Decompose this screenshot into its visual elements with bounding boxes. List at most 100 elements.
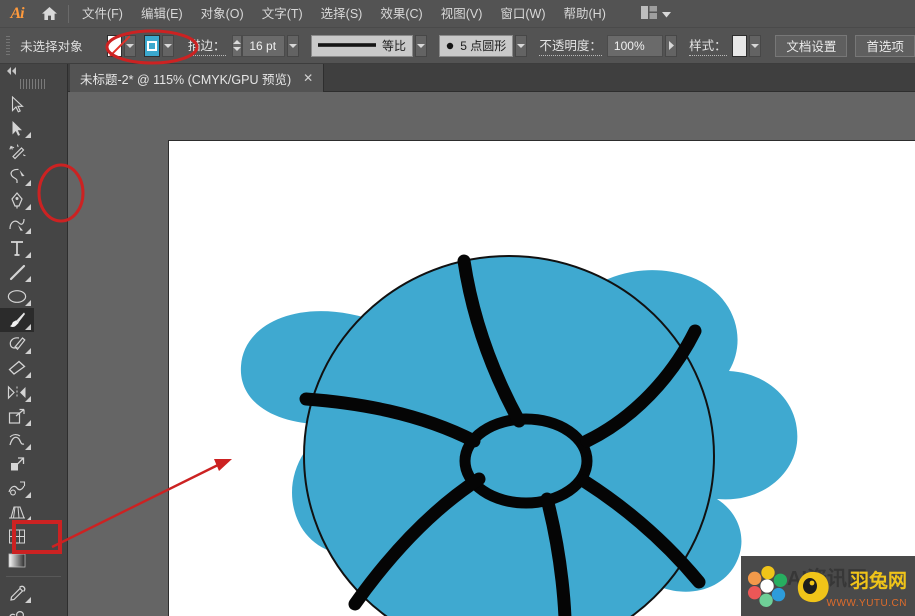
menu-item-edit[interactable]: 编辑(E) — [132, 1, 192, 27]
tool-flyout-indicator — [25, 252, 31, 258]
tool-flyout-indicator — [25, 204, 31, 210]
stroke-profile-dropdown[interactable]: 等比 — [311, 34, 414, 57]
width-tool[interactable] — [0, 428, 34, 452]
tool-flyout-indicator — [25, 300, 31, 306]
beach-ball-illustration[interactable] — [169, 141, 915, 616]
document-tab[interactable]: 未标题-2* @ 115% (CMYK/GPU 预览) ✕ — [70, 64, 325, 92]
menu-divider — [68, 4, 69, 23]
stroke-profile-preview-icon — [318, 39, 377, 53]
scale-tool[interactable] — [0, 404, 34, 428]
shaper-tool[interactable] — [0, 332, 34, 356]
chevron-down-icon — [163, 43, 172, 48]
document-tab-bar: 未标题-2* @ 115% (CMYK/GPU 预览) ✕ — [0, 64, 915, 92]
watermark-brand: 羽兔网 — [849, 570, 907, 592]
stroke-weight-stepper[interactable] — [231, 34, 243, 57]
mesh-tool[interactable] — [0, 524, 34, 548]
selection-status-label: 未选择对象 — [20, 40, 83, 54]
stroke-swatch-dropdown[interactable] — [161, 34, 175, 57]
rotate-tool[interactable] — [0, 380, 34, 404]
workspace-layout-icon — [640, 5, 657, 22]
menu-item-select[interactable]: 选择(S) — [312, 1, 372, 27]
opacity-flyout-button[interactable] — [664, 34, 678, 57]
menu-item-file[interactable]: 文件(F) — [73, 1, 132, 27]
eraser-tool[interactable] — [0, 356, 34, 380]
tool-flyout-indicator — [25, 444, 31, 450]
stroke-swatch[interactable] — [144, 34, 160, 57]
type-tool[interactable] — [0, 236, 34, 260]
stroke-weight-input[interactable]: 16 pt — [242, 34, 285, 57]
brush-definition-dropdown[interactable]: 5 点圆形 — [439, 34, 514, 57]
menu-item-help[interactable]: 帮助(H) — [555, 1, 615, 27]
chevron-down-icon — [751, 43, 760, 48]
pen-tool[interactable] — [0, 188, 34, 212]
ellipse-tool[interactable] — [0, 284, 34, 308]
graphic-style-swatch[interactable] — [731, 34, 748, 57]
double-chevron-left-icon[interactable] — [0, 64, 67, 78]
control-bar: 未选择对象 描边： 16 pt 等比 5 点圆形 不透明度： 100% 样式： … — [0, 28, 915, 64]
canvas-workspace[interactable] — [68, 92, 915, 616]
tool-flyout-indicator — [25, 228, 31, 234]
fill-swatch[interactable] — [106, 34, 123, 57]
lasso-tool[interactable] — [0, 164, 34, 188]
free-transform-tool[interactable] — [0, 452, 34, 476]
tool-flyout-indicator — [25, 180, 31, 186]
graphic-style-dropdown[interactable] — [749, 34, 762, 57]
opacity-label: 不透明度： — [539, 35, 602, 56]
tools-panel-grip[interactable] — [20, 79, 47, 89]
chevron-down-icon — [126, 43, 135, 48]
flower-logo-icon — [747, 565, 788, 607]
menu-item-view[interactable]: 视图(V) — [432, 1, 492, 27]
app-logo: Ai — [10, 4, 24, 22]
tool-flyout-indicator — [25, 516, 31, 522]
tool-flyout-indicator — [25, 372, 31, 378]
workspace-switcher[interactable] — [637, 4, 675, 24]
gradient-tool[interactable] — [0, 548, 34, 572]
paintbrush-tool[interactable] — [0, 308, 34, 332]
stepper-up-icon — [232, 40, 241, 44]
brush-definition-dropdown-arrow[interactable] — [515, 34, 528, 57]
chevron-down-icon — [661, 7, 671, 21]
ball-center-hub — [459, 413, 593, 509]
stroke-weight-dropdown[interactable] — [286, 34, 300, 57]
tool-flyout-indicator — [25, 420, 31, 426]
stroke-profile-dropdown-arrow[interactable] — [415, 34, 428, 57]
drag-grip-icon[interactable] — [6, 35, 11, 56]
curvature-tool[interactable] — [0, 212, 34, 236]
direct-selection-tool[interactable] — [0, 116, 34, 140]
stroke-weight-label: 描边： — [188, 35, 226, 56]
document-setup-button[interactable]: 文档设置 — [775, 34, 848, 57]
artboard[interactable] — [168, 140, 915, 616]
tool-flyout-indicator — [25, 132, 31, 138]
shape-builder-tool[interactable] — [0, 476, 34, 500]
watermark-text-group: AI资讯网 羽兔网 WWW.YUTU.CN — [787, 556, 915, 616]
preferences-button[interactable]: 首选项 — [855, 34, 915, 57]
document-tab-label: 未标题-2* @ 115% (CMYK/GPU 预览) — [80, 72, 292, 87]
home-icon[interactable] — [34, 0, 64, 28]
chevron-down-icon — [417, 43, 426, 48]
menu-item-window[interactable]: 窗口(W) — [491, 1, 554, 27]
toolbar-divider — [6, 576, 61, 577]
tool-flyout-indicator — [25, 324, 31, 330]
tool-flyout-indicator — [25, 348, 31, 354]
menu-item-object[interactable]: 对象(O) — [192, 1, 253, 27]
selection-tool[interactable] — [0, 92, 34, 116]
tool-flyout-indicator — [25, 276, 31, 282]
tool-flyout-indicator — [25, 396, 31, 402]
watermark-url: WWW.YUTU.CN — [826, 598, 907, 609]
line-segment-tool[interactable] — [0, 260, 34, 284]
close-icon[interactable]: ✕ — [303, 71, 313, 85]
stroke-profile-label: 等比 — [382, 39, 407, 53]
perspective-grid-tool[interactable] — [0, 500, 34, 524]
blend-tool[interactable] — [0, 605, 34, 616]
magic-wand-tool[interactable] — [0, 140, 34, 164]
tool-flyout-indicator — [25, 492, 31, 498]
tool-grid — [0, 92, 67, 616]
opacity-input[interactable]: 100% — [606, 34, 663, 57]
menu-bar: Ai 文件(F) 编辑(E) 对象(O) 文字(T) 选择(S) 效果(C) 视… — [0, 0, 915, 28]
eyedropper-tool[interactable] — [0, 581, 34, 605]
brush-dot-icon — [446, 39, 454, 53]
stepper-down-icon — [232, 47, 241, 51]
brush-definition-label: 5 点圆形 — [460, 39, 507, 53]
menu-item-type[interactable]: 文字(T) — [253, 1, 312, 27]
menu-item-effect[interactable]: 效果(C) — [371, 1, 431, 27]
